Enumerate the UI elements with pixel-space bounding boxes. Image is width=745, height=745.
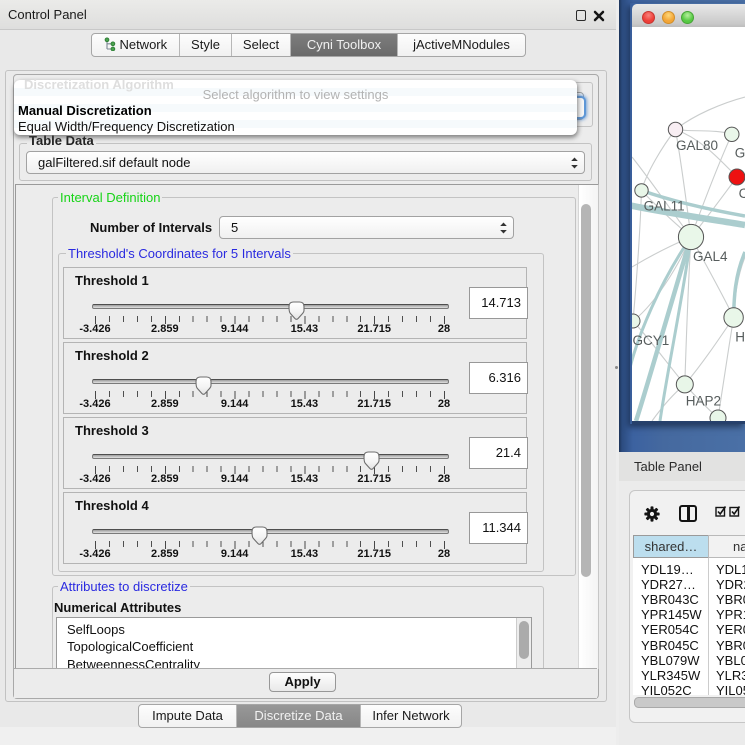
svg-text:GCY1: GCY1: [633, 333, 670, 348]
svg-text:GAL80: GAL80: [676, 138, 718, 153]
svg-text:C: C: [739, 186, 745, 201]
svg-text:GAL4: GAL4: [693, 249, 728, 264]
svg-text:HAP2: HAP2: [686, 394, 721, 409]
svg-text:GAL11: GAL11: [644, 199, 685, 214]
svg-text:H: H: [735, 330, 745, 345]
svg-text:GA: GA: [735, 146, 745, 161]
